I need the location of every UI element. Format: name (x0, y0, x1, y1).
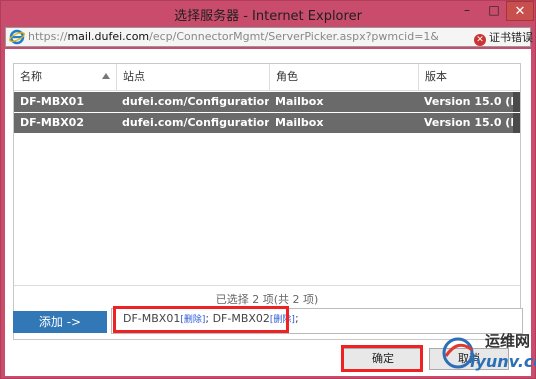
certificate-error[interactable]: ✕ 证书错误 (474, 29, 533, 46)
column-name-label: 名称 (20, 70, 42, 83)
add-button[interactable]: 添加 -> (13, 311, 107, 333)
cert-error-label: 证书错误 (489, 31, 533, 44)
cell-site: dufei.com/Configuration/Site... (122, 116, 269, 129)
error-x-icon: ✕ (474, 34, 486, 46)
column-role-label: 角色 (276, 70, 298, 83)
column-version-label: 版本 (425, 70, 447, 83)
ie-logo-icon (9, 29, 25, 45)
cell-version: Version 15.0 (Buil... (424, 116, 514, 129)
trailing-semicolon: ; (294, 312, 299, 325)
column-site-label: 站点 (123, 70, 145, 83)
title-bar[interactable]: 选择服务器 - Internet Explorer – □ ✕ (1, 1, 535, 25)
cell-role: Mailbox (275, 116, 324, 129)
grid-header: 名称 站点 角色 版本 (14, 64, 520, 91)
url-prefix: https:// (28, 30, 68, 43)
column-header-site[interactable]: 站点 (116, 64, 270, 90)
server-list-grid: 名称 站点 角色 版本 DF-MBX01 dufei.com/Configura… (13, 63, 521, 340)
annotation-highlight (341, 345, 423, 372)
url-text[interactable]: https://mail.dufei.com/ecp/ConnectorMgmt… (28, 30, 438, 43)
annotation-highlight (113, 306, 289, 333)
cell-name: DF-MBX01 (20, 95, 84, 108)
dialog-content: 名称 站点 角色 版本 DF-MBX01 dufei.com/Configura… (5, 49, 531, 376)
url-domain: mail.dufei.com (67, 30, 150, 43)
maximize-button[interactable]: □ (481, 1, 507, 21)
column-header-version[interactable]: 版本 (418, 64, 520, 90)
sort-ascending-icon (102, 73, 110, 79)
table-row[interactable]: DF-MBX02 dufei.com/Configuration/Site...… (14, 113, 520, 133)
address-bar[interactable]: https://mail.dufei.com/ecp/ConnectorMgmt… (5, 27, 533, 47)
column-header-role[interactable]: 角色 (269, 64, 419, 90)
close-button[interactable]: ✕ (506, 1, 534, 21)
cell-role: Mailbox (275, 95, 324, 108)
watermark-line1: 运维网 (485, 332, 531, 350)
cell-site: dufei.com/Configuration/Site... (122, 95, 269, 108)
url-path: /ecp/ConnectorMgmt/ServerPicker.aspx?pwm… (149, 30, 438, 43)
dialog-window: 选择服务器 - Internet Explorer – □ ✕ https://… (0, 0, 536, 379)
minimize-button[interactable]: – (454, 1, 480, 21)
watermark: 运维网 iyunv.com (440, 330, 536, 376)
watermark-line2: iyunv.com (470, 352, 536, 371)
row-edge (513, 113, 520, 133)
row-edge (513, 92, 520, 112)
table-row[interactable]: DF-MBX01 dufei.com/Configuration/Site...… (14, 92, 520, 112)
cell-version: Version 15.0 (Buil... (424, 95, 514, 108)
cell-name: DF-MBX02 (20, 116, 84, 129)
